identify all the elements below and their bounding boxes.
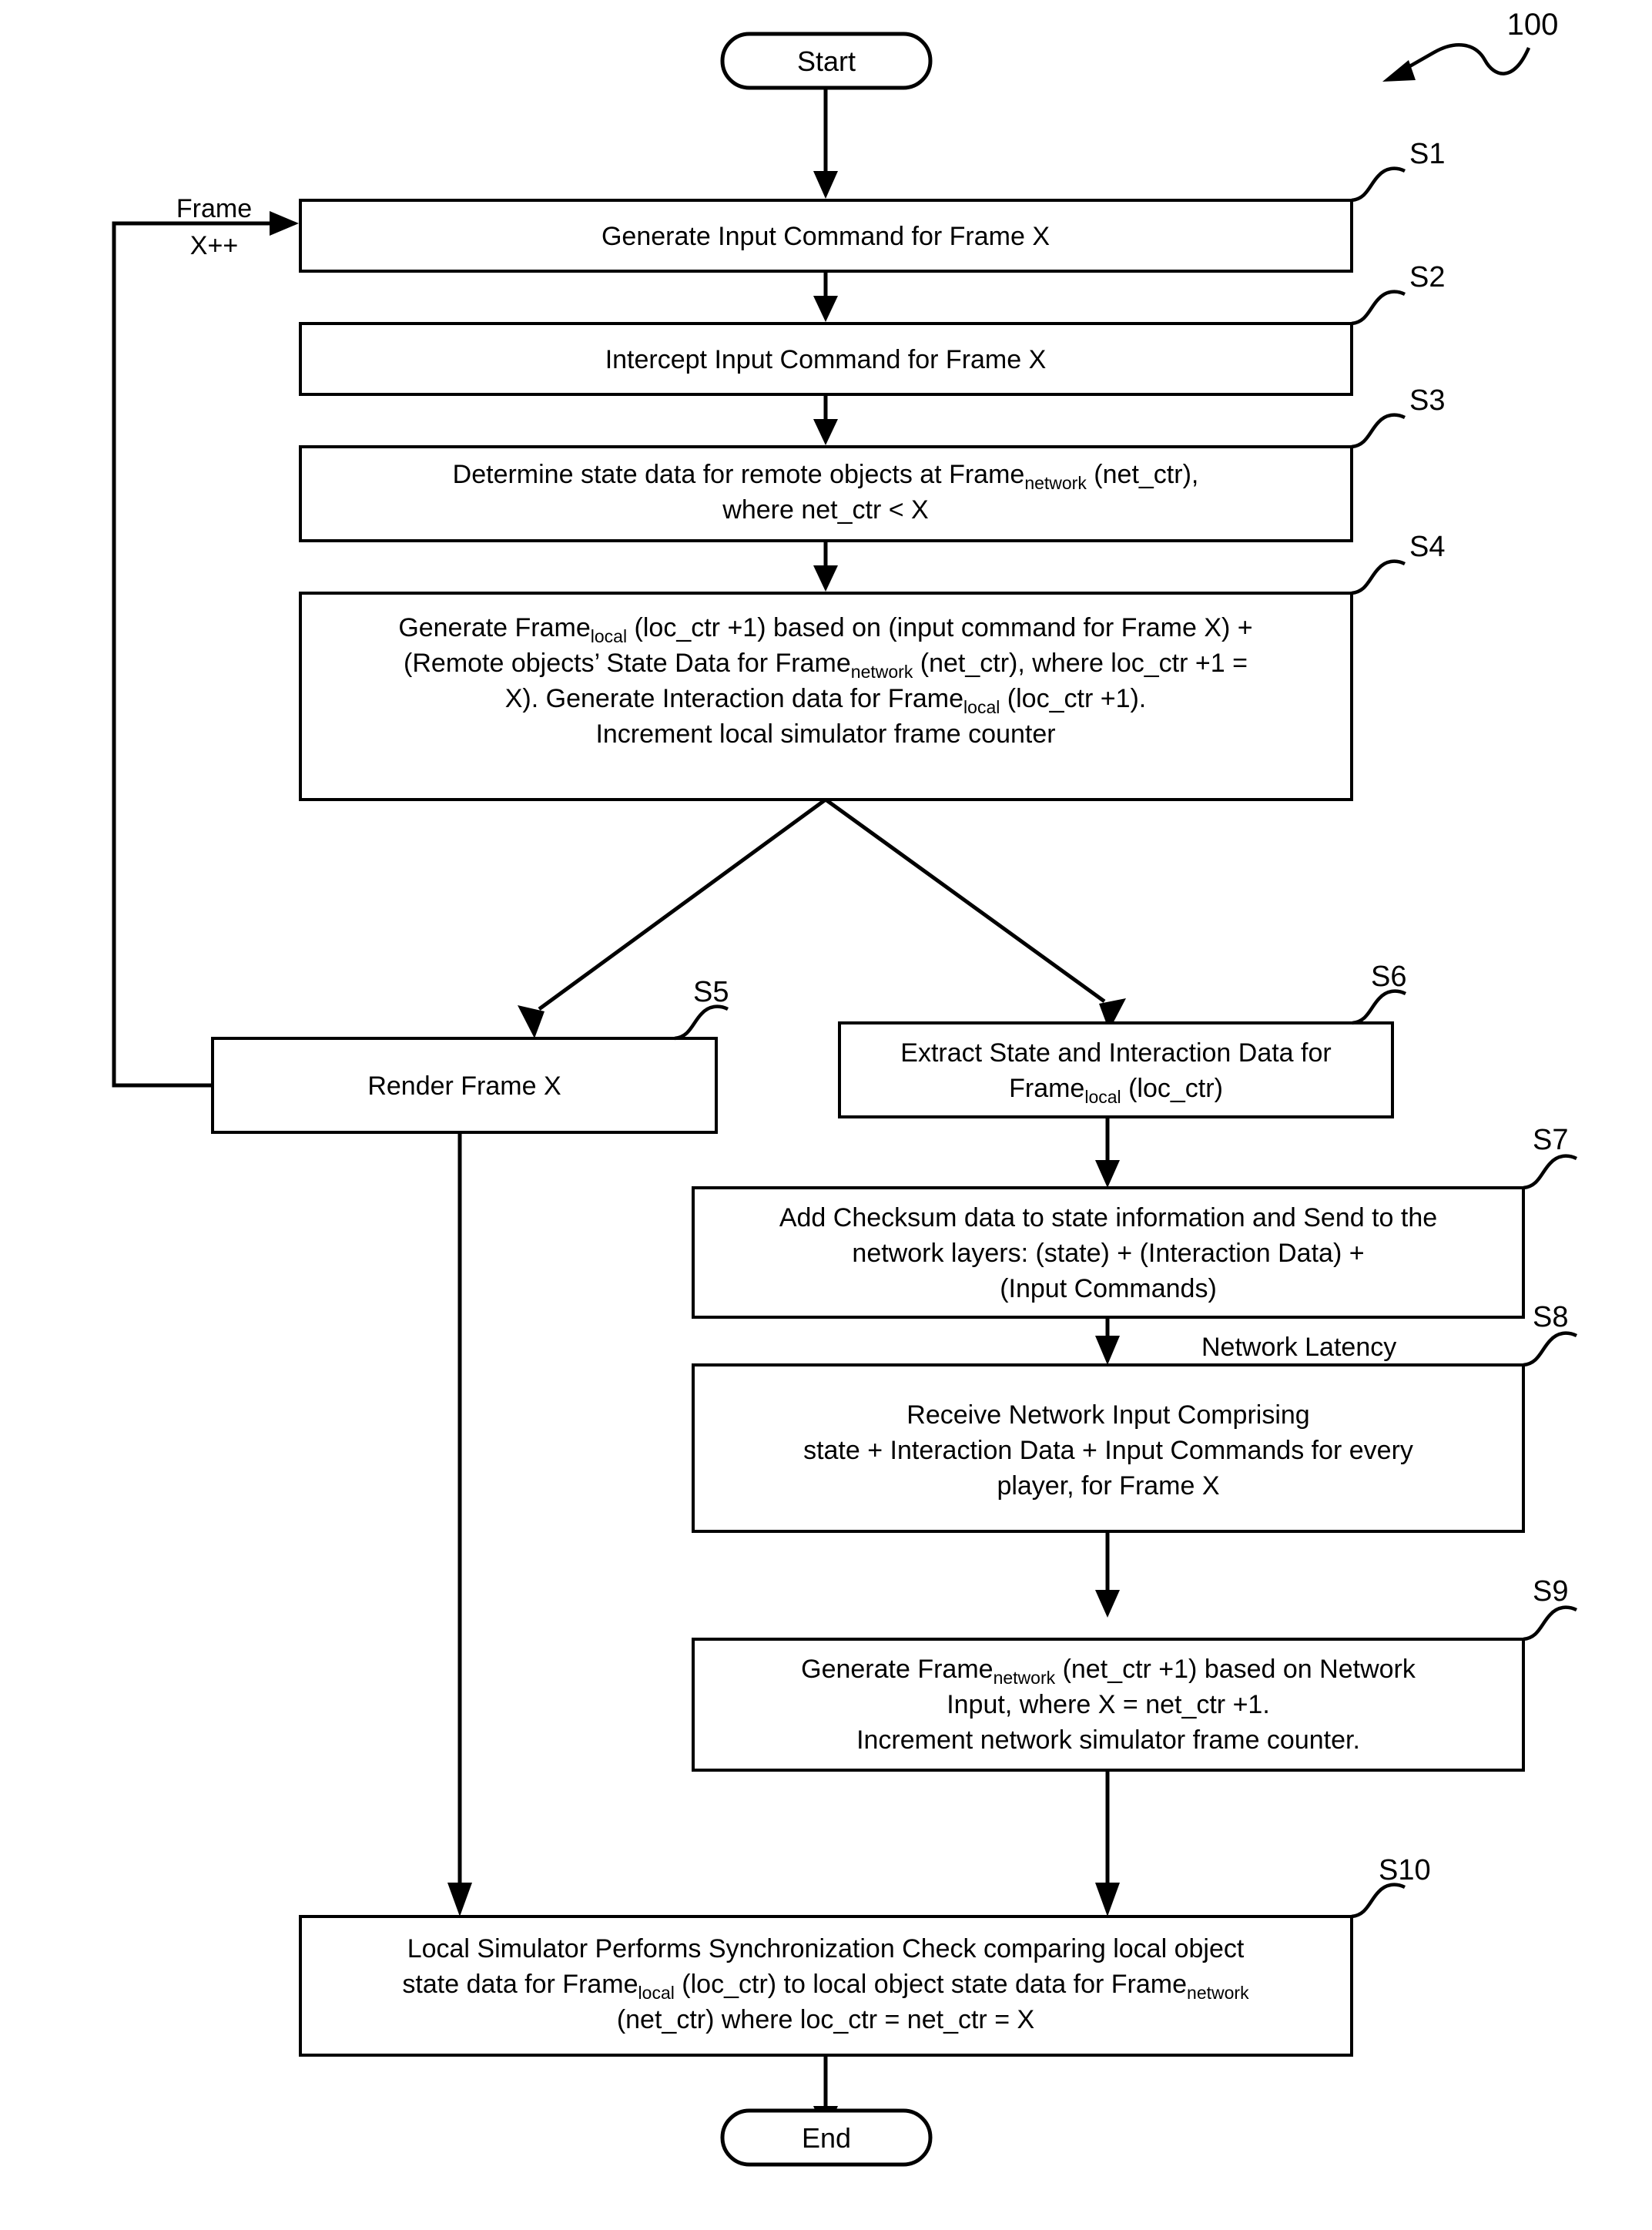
step-s4-text-line1: Generate Framelocal (loc_ctr +1) based o… — [398, 613, 1252, 646]
step-s6-group: S6 Extract State and Interaction Data fo… — [838, 961, 1407, 1118]
step-s5-text: Render Frame X — [367, 1071, 561, 1101]
step-s9-text-line1: Generate Framenetwork (net_ctr +1) based… — [801, 1655, 1416, 1688]
step-s9-text-line3: Increment network simulator frame counte… — [856, 1725, 1360, 1755]
step-s4-leader — [1351, 559, 1406, 595]
edge-feedback-s5-to-s1 — [112, 221, 273, 1088]
edge-feedback-arrowhead — [270, 211, 299, 236]
start-terminal-label: Start — [797, 45, 856, 77]
step-s9-text-line2: Input, where X = net_ctr +1. — [947, 1690, 1270, 1719]
step-s7-group: S7 Add Checksum data to state informatio… — [692, 1124, 1578, 1319]
edge-start-to-s1-arrowhead — [813, 171, 838, 199]
step-s8-text-line2: state + Interaction Data + Input Command… — [803, 1436, 1413, 1465]
step-s2-group: S2 Intercept Input Command for Frame X — [299, 261, 1445, 396]
step-s3-text-line1: Determine state data for remote objects … — [453, 460, 1199, 493]
edge-s8-to-s9-arrowhead — [1095, 1590, 1120, 1618]
network-latency-label: Network Latency — [1201, 1333, 1396, 1362]
edge-s7-to-s8-arrowhead — [1095, 1336, 1120, 1365]
step-s6-leader — [1352, 989, 1407, 1025]
step-s8-text-line3: player, for Frame X — [997, 1471, 1219, 1501]
flowchart-container: 100 Start S1 Generate Input Command for … — [0, 0, 1652, 2230]
step-s10-text-line2: state data for Framelocal (loc_ctr) to l… — [402, 1970, 1249, 2003]
step-s10-leader — [1351, 1883, 1406, 1919]
step-s8-leader — [1523, 1331, 1578, 1367]
step-s6-label: S6 — [1371, 961, 1406, 993]
figure-number: 100 — [1507, 8, 1559, 42]
step-s8-group: S8 Receive Network Input Comprising stat… — [692, 1301, 1578, 1533]
step-s6-text-line1: Extract State and Interaction Data for — [900, 1038, 1331, 1068]
edge-s1-to-s2-arrowhead — [813, 296, 838, 322]
step-s7-label: S7 — [1533, 1124, 1568, 1156]
step-s9-label: S9 — [1533, 1575, 1568, 1608]
step-s8-label: S8 — [1533, 1301, 1568, 1333]
step-s4-label: S4 — [1409, 531, 1445, 563]
step-s5-label: S5 — [693, 976, 729, 1008]
step-s10-text-line1: Local Simulator Performs Synchronization… — [407, 1934, 1245, 1963]
step-s10-text-line3: (net_ctr) where loc_ctr = net_ctr = X — [617, 2005, 1034, 2034]
step-s7-text-line2: network layers: (state) + (Interaction D… — [852, 1239, 1364, 1268]
step-s1-leader — [1351, 166, 1406, 203]
step-s1-label: S1 — [1409, 138, 1445, 170]
step-s4-text-line3: X). Generate Interaction data for Framel… — [505, 684, 1147, 717]
step-s9-group: S9 Generate Framenetwork (net_ctr +1) ba… — [692, 1575, 1578, 1772]
feedback-label-line1: Frame — [176, 194, 252, 223]
step-s2-label: S2 — [1409, 261, 1445, 293]
feedback-label-line2: X++ — [190, 231, 238, 260]
step-s7-text-line3: (Input Commands) — [1000, 1274, 1217, 1303]
edge-s9-to-s10-arrowhead — [1095, 1883, 1120, 1916]
step-s3-group: S3 Determine state data for remote objec… — [299, 384, 1445, 542]
step-s1-text: Generate Input Command for Frame X — [601, 222, 1050, 251]
figure-leader-line — [1400, 43, 1531, 75]
step-s2-text: Intercept Input Command for Frame X — [605, 345, 1047, 374]
end-terminal: End — [720, 2108, 933, 2167]
edge-s6-to-s7-arrowhead — [1095, 1160, 1120, 1188]
feedback-loop-group: Frame X++ — [112, 194, 299, 1088]
edge-s3-to-s4-arrowhead — [813, 565, 838, 592]
edge-s2-to-s3-arrowhead — [813, 419, 838, 445]
step-s2-leader — [1351, 290, 1406, 326]
start-terminal: Start — [720, 32, 933, 90]
step-s10-label: S10 — [1379, 1854, 1431, 1886]
step-s7-leader — [1523, 1154, 1578, 1190]
step-s4-text-line4: Increment local simulator frame counter — [595, 719, 1055, 749]
step-s3-leader — [1351, 413, 1406, 449]
step-s1-group: S1 Generate Input Command for Frame X — [299, 138, 1445, 273]
step-s9-leader — [1523, 1605, 1578, 1641]
figure-number-group: 100 — [1382, 8, 1558, 82]
edge-s4-to-s5 — [538, 797, 827, 1011]
step-s4-group: S4 Generate Framelocal (loc_ctr +1) base… — [299, 531, 1445, 801]
step-s7-text-line1: Add Checksum data to state information a… — [779, 1203, 1437, 1232]
flowchart-svg: 100 Start S1 Generate Input Command for … — [112, 8, 1578, 2167]
step-s3-label: S3 — [1409, 384, 1445, 417]
edge-s4-to-s6 — [824, 797, 1106, 1004]
end-terminal-label: End — [802, 2122, 851, 2154]
step-s3-text-line2: where net_ctr < X — [722, 495, 928, 525]
step-s5-leader — [674, 1004, 729, 1041]
step-s5-group: S5 Render Frame X — [211, 976, 729, 1134]
step-s4-text-line2: (Remote objects’ State Data for Framenet… — [404, 649, 1248, 682]
figure-leader-arrowhead — [1382, 60, 1416, 82]
edge-s5-to-s10-arrowhead — [447, 1883, 472, 1916]
step-s8-text-line1: Receive Network Input Comprising — [906, 1400, 1309, 1430]
